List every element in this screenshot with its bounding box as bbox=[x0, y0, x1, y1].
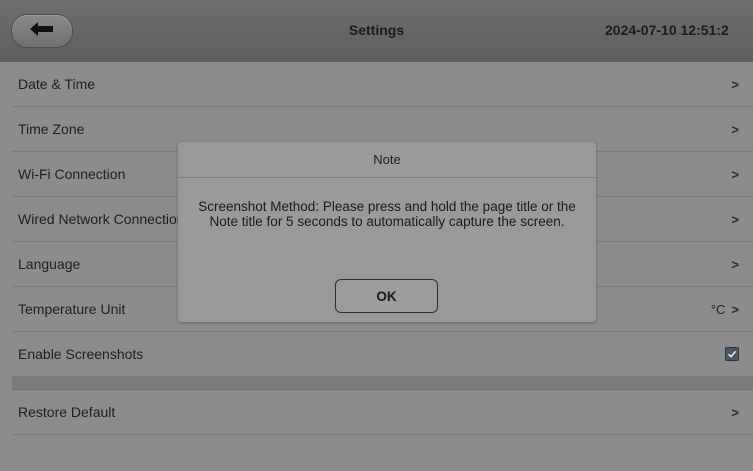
ok-button[interactable]: OK bbox=[335, 279, 438, 313]
chevron-right-icon: > bbox=[731, 76, 739, 92]
setting-label: Time Zone bbox=[18, 121, 85, 137]
chevron-right-icon: > bbox=[731, 256, 739, 272]
top-bar: Settings 2024-07-10 12:51:2 bbox=[0, 0, 753, 62]
dialog-message: Screenshot Method: Please press and hold… bbox=[198, 199, 576, 229]
setting-label: Restore Default bbox=[18, 404, 116, 420]
setting-label: Temperature Unit bbox=[18, 301, 126, 317]
chevron-right-icon: > bbox=[731, 211, 739, 227]
dialog-title[interactable]: Note bbox=[178, 142, 596, 178]
chevron-right-icon: > bbox=[731, 301, 739, 317]
chevron-right-icon: > bbox=[731, 404, 739, 420]
setting-row-restore-default[interactable]: Restore Default > bbox=[12, 390, 753, 435]
setting-row-enable-screenshots[interactable]: Enable Screenshots bbox=[12, 332, 753, 377]
setting-label: Wired Network Connection bbox=[18, 211, 185, 227]
setting-label: Wi-Fi Connection bbox=[18, 166, 126, 182]
setting-label: Date & Time bbox=[18, 76, 96, 92]
setting-row-date-time[interactable]: Date & Time > bbox=[12, 62, 753, 107]
datetime-display: 2024-07-10 12:51:2 bbox=[605, 22, 729, 38]
enable-screenshots-checkbox[interactable] bbox=[725, 347, 739, 361]
note-dialog: Note Screenshot Method: Please press and… bbox=[178, 142, 596, 322]
temperature-unit-value: °C bbox=[710, 301, 726, 317]
setting-row-partial[interactable] bbox=[12, 435, 753, 471]
setting-label: Language bbox=[18, 256, 81, 272]
chevron-right-icon: > bbox=[731, 121, 739, 137]
section-divider bbox=[12, 377, 753, 390]
chevron-right-icon: > bbox=[731, 166, 739, 182]
setting-label: Enable Screenshots bbox=[18, 346, 144, 362]
checkmark-icon bbox=[727, 350, 737, 358]
